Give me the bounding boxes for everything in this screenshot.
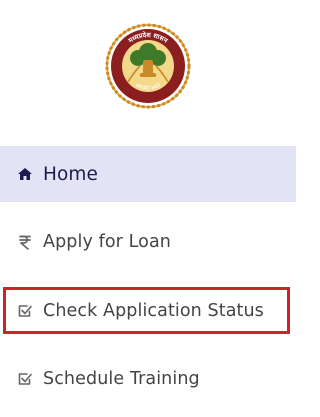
sidebar-item-apply-for-loan[interactable]: Apply for Loan — [0, 214, 296, 270]
rupee-icon — [17, 234, 33, 250]
checkbox-icon — [17, 303, 33, 319]
emblem-icon: मध्यप्रदेश शासन सत्यमेव जयते — [105, 23, 191, 109]
sidebar-item-label: Schedule Training — [43, 369, 200, 389]
sidebar-item-schedule-training[interactable]: Schedule Training — [0, 351, 296, 407]
checkbox-icon — [17, 371, 33, 387]
sidebar-item-label: Apply for Loan — [43, 232, 171, 252]
sidebar-item-label: Home — [43, 163, 99, 185]
sidebar-item-label: Check Application Status — [43, 300, 264, 321]
sidebar-item-check-application-status[interactable]: Check Application Status — [3, 287, 290, 334]
sidebar-item-home[interactable]: Home — [0, 146, 296, 202]
state-emblem-logo: मध्यप्रदेश शासन सत्यमेव जयते — [104, 22, 192, 110]
home-icon — [17, 166, 33, 182]
